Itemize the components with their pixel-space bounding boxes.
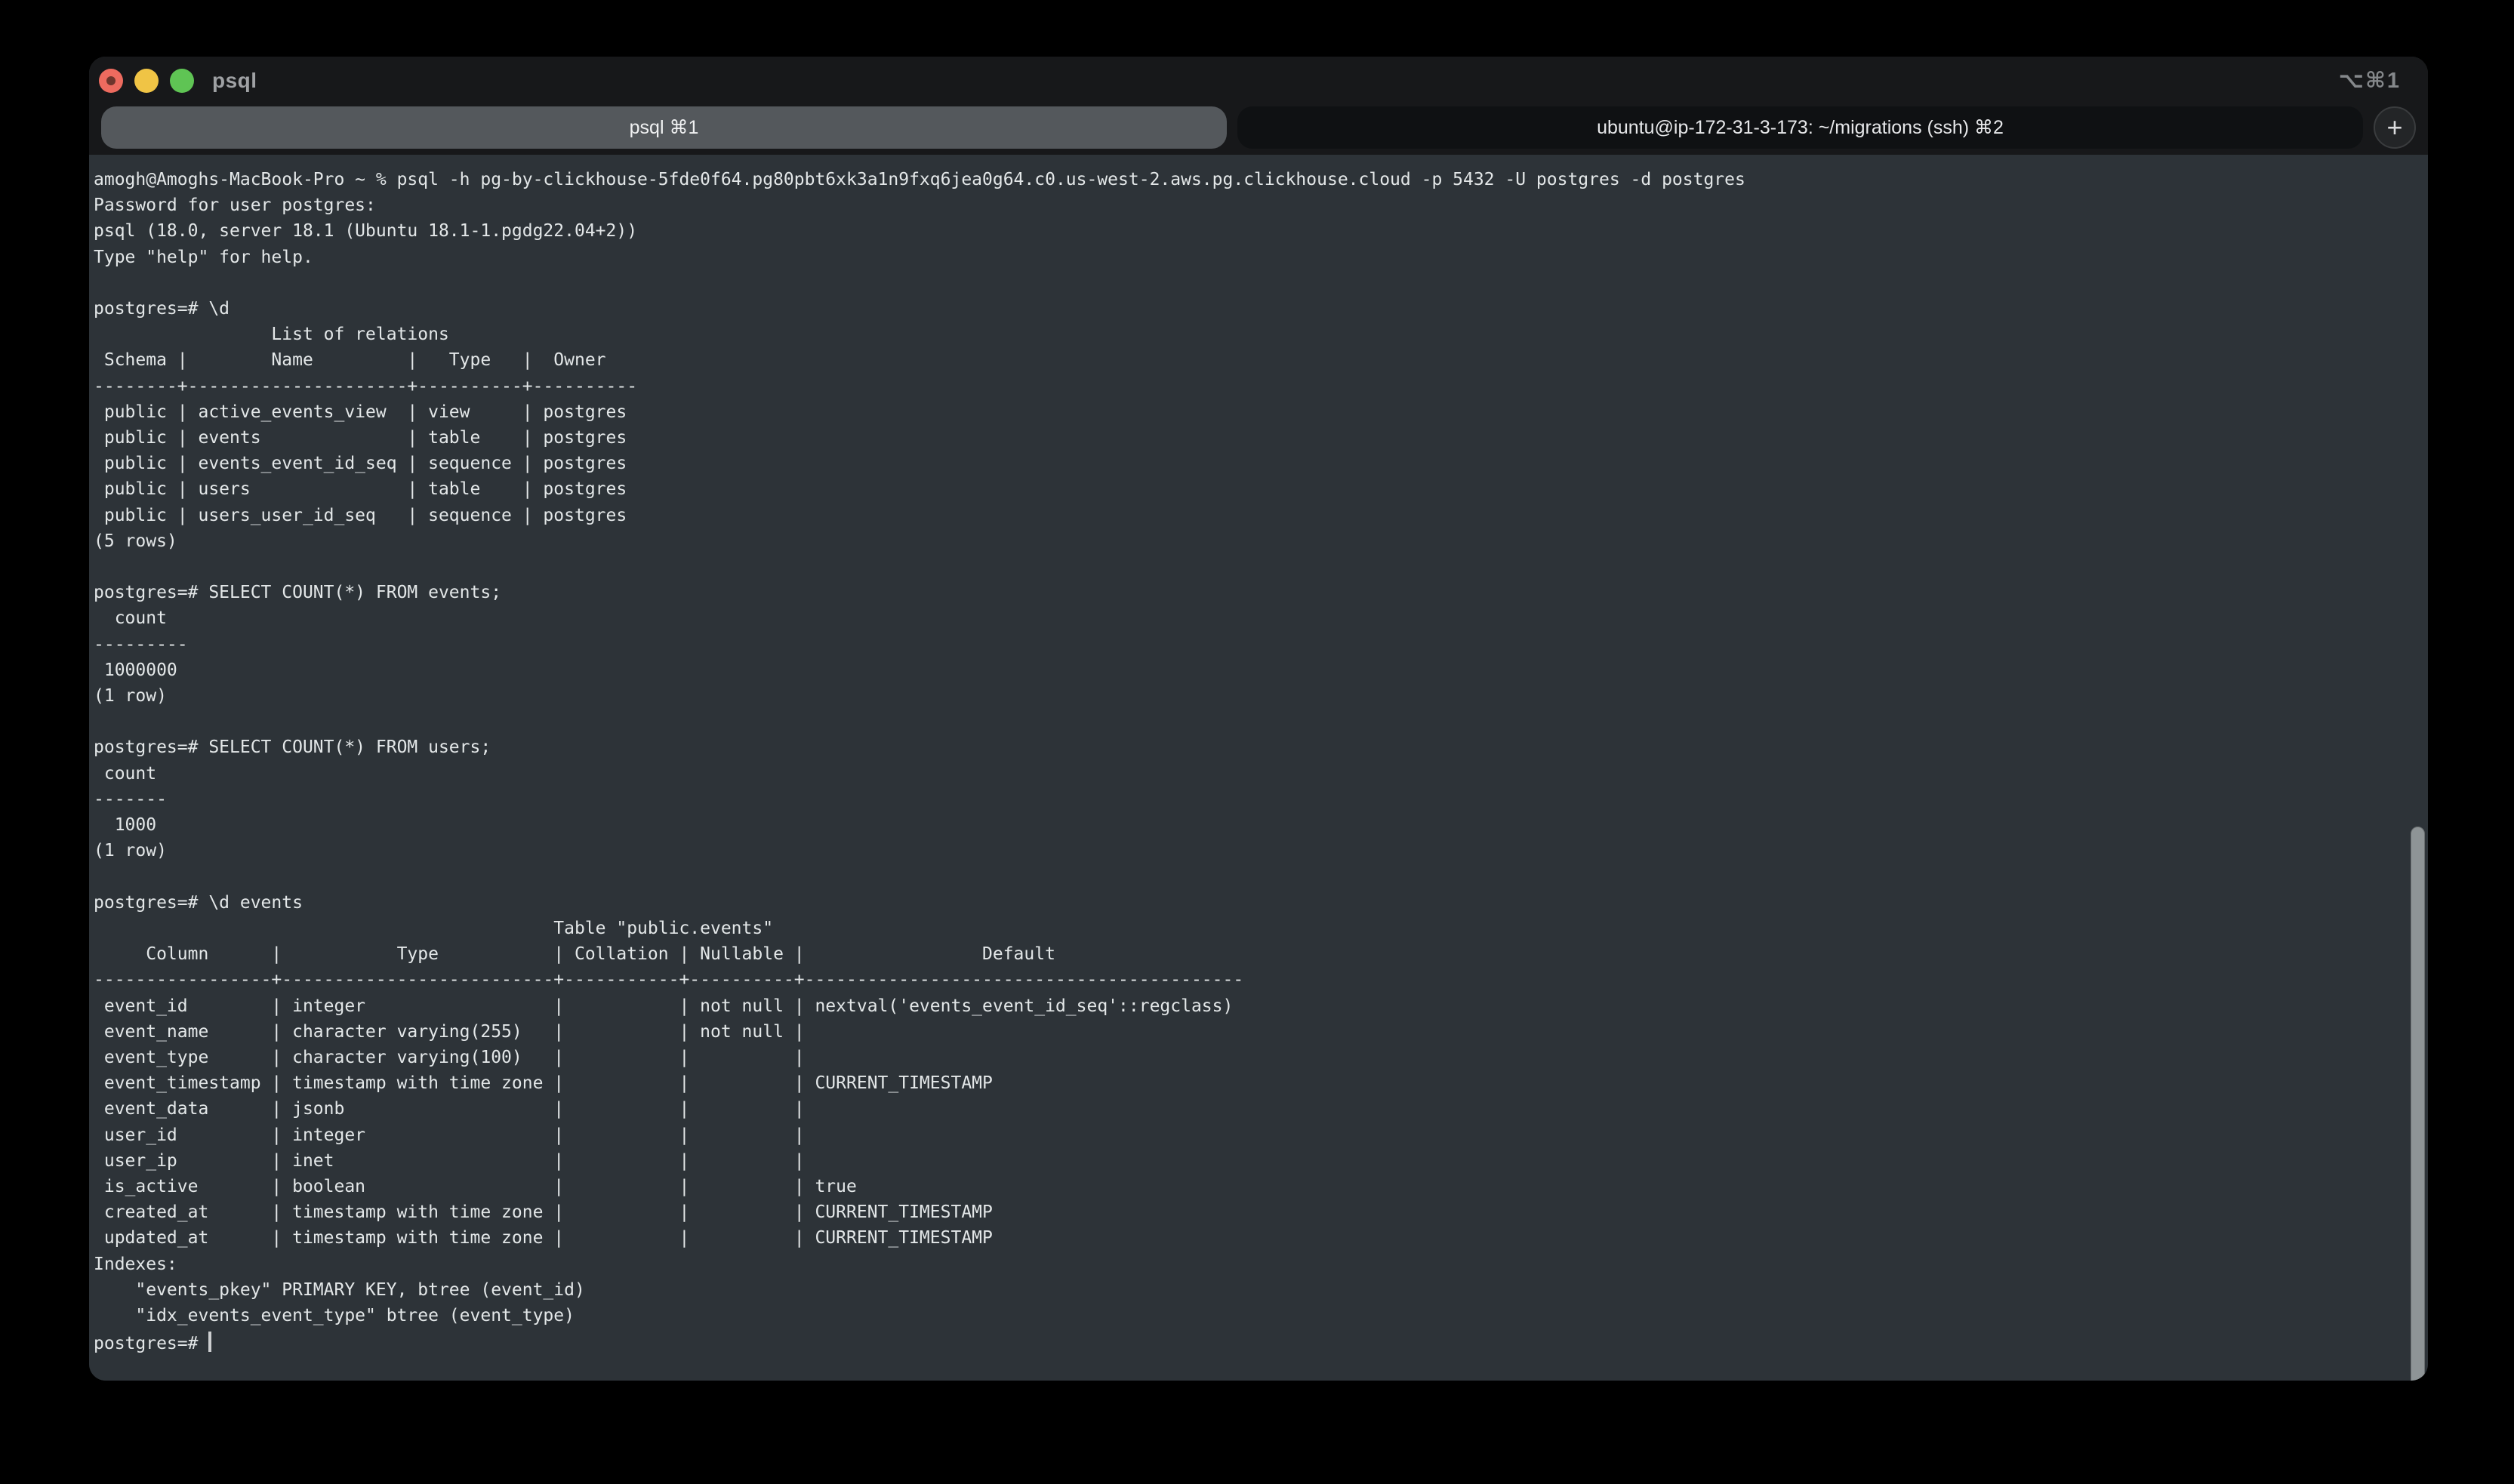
- scrollbar-thumb[interactable]: [2411, 827, 2425, 1381]
- text-cursor: [208, 1332, 211, 1352]
- terminal-content[interactable]: amogh@Amoghs-MacBook-Pro ~ % psql -h pg-…: [89, 155, 2428, 1381]
- terminal-output: amogh@Amoghs-MacBook-Pro ~ % psql -h pg-…: [94, 167, 2428, 1329]
- tab-psql[interactable]: psql ⌘1: [101, 106, 1227, 149]
- prompt-line: postgres=#: [94, 1329, 2428, 1356]
- plus-icon: +: [2386, 114, 2402, 141]
- window-chrome: psql ⌥⌘1 psql ⌘1 ubuntu@ip-172-31-3-173:…: [89, 57, 2428, 155]
- new-tab-button[interactable]: +: [2374, 106, 2416, 149]
- tab-bar: psql ⌘1 ubuntu@ip-172-31-3-173: ~/migrat…: [89, 100, 2428, 155]
- window-minimize-button[interactable]: [134, 69, 159, 93]
- window-title: psql: [212, 69, 257, 93]
- tab-ssh-migrations-label: ubuntu@ip-172-31-3-173: ~/migrations (ss…: [1597, 116, 2004, 139]
- window-close-button[interactable]: [99, 69, 123, 93]
- terminal-window: psql ⌥⌘1 psql ⌘1 ubuntu@ip-172-31-3-173:…: [89, 57, 2428, 1381]
- title-bar: psql ⌥⌘1: [89, 57, 2428, 100]
- prompt-text: postgres=#: [94, 1334, 198, 1353]
- tab-psql-label: psql ⌘1: [630, 116, 699, 139]
- tab-ssh-migrations[interactable]: ubuntu@ip-172-31-3-173: ~/migrations (ss…: [1237, 106, 2363, 149]
- window-zoom-button[interactable]: [170, 69, 194, 93]
- window-shortcut-hint: ⌥⌘1: [2339, 67, 2401, 94]
